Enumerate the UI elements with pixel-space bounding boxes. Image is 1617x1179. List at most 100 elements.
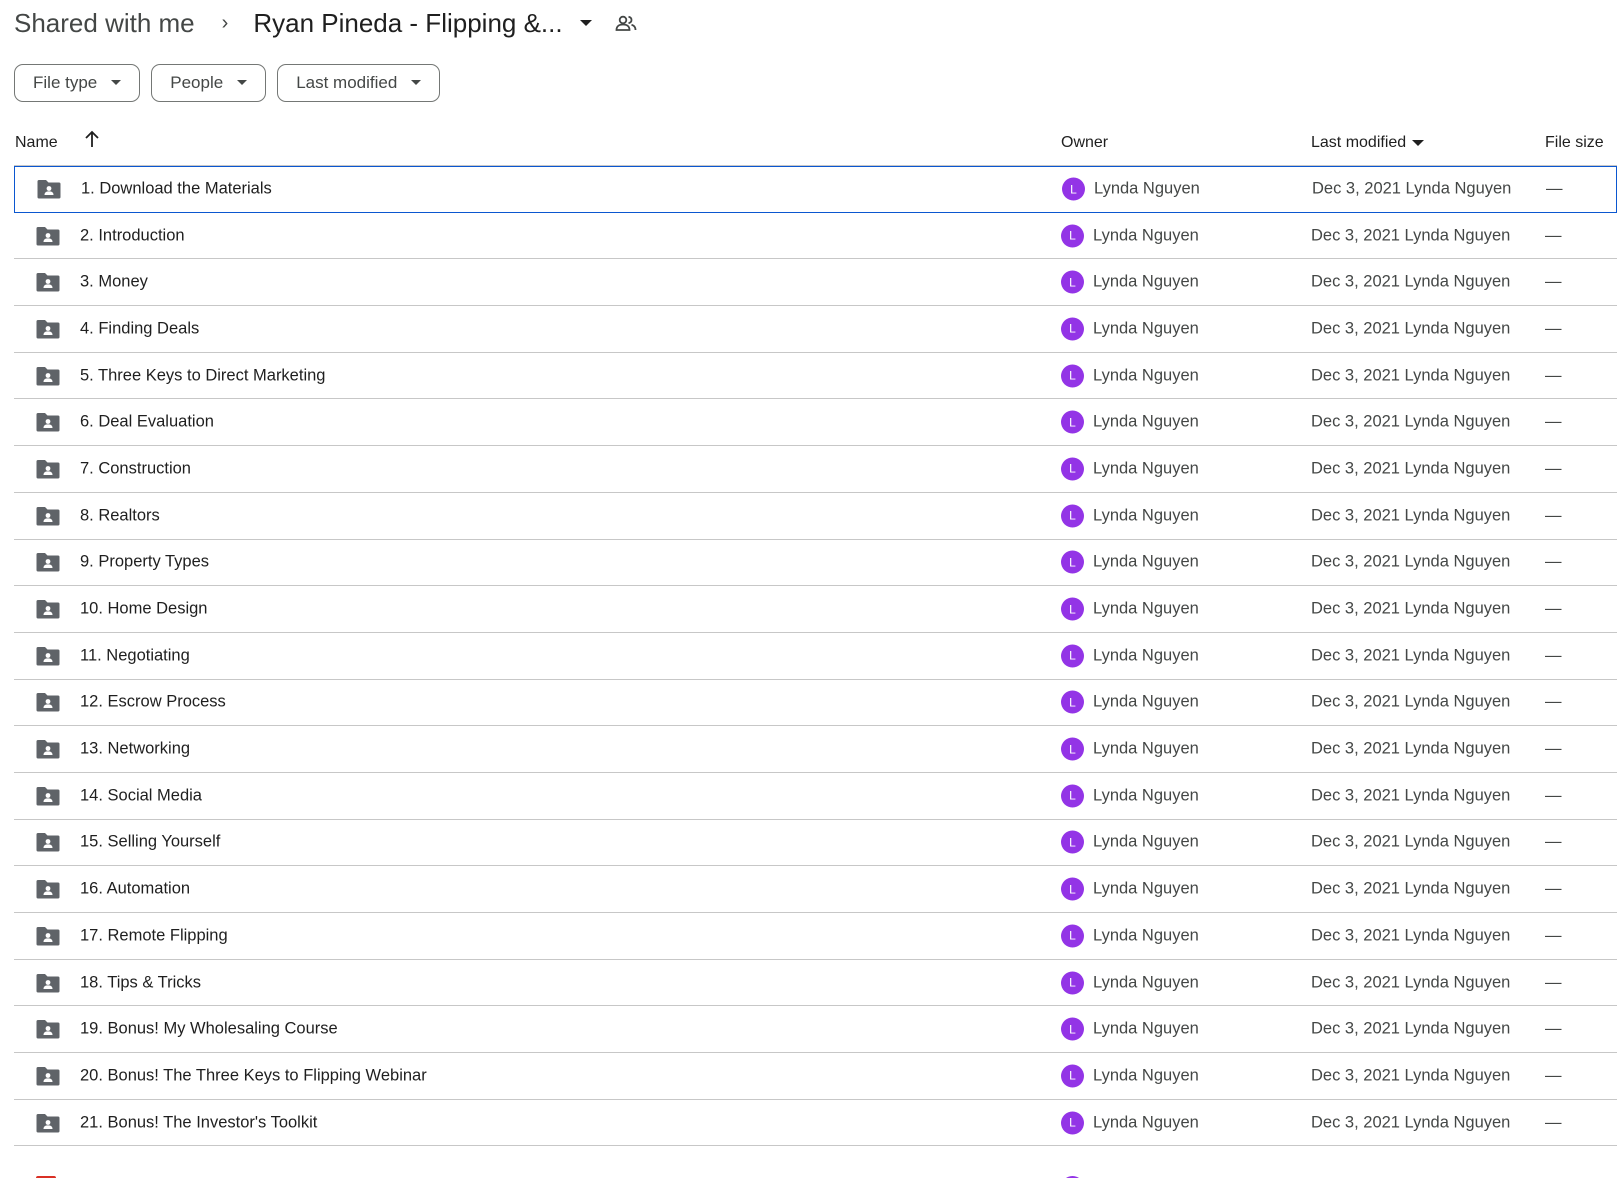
file-row[interactable]: #Screenshot.png•• LLynda Nguyen Dec 3, 202… — [14, 1146, 1617, 1179]
last-modified-column-header[interactable]: Last modified — [1311, 134, 1425, 152]
file-row[interactable]: 13. Networking L Lynda Nguyen Dec 3, 2021 L… — [14, 726, 1617, 773]
owner-avatar[interactable]: L — [1061, 690, 1084, 714]
owner-avatar[interactable]: L — [1061, 877, 1084, 901]
owner-avatar[interactable]: L — [1061, 830, 1084, 854]
last-modified-value: Dec 3, 2021 Lynda Nguyen — [1311, 739, 1511, 758]
file-row[interactable]: 4. Finding Deals L Lynda Nguyen Dec 3, 2021… — [14, 306, 1617, 353]
owner-avatar[interactable]: L — [1061, 410, 1084, 434]
last-modified-value: Dec 3, 2021 Lynda Nguyen — [1311, 926, 1511, 945]
file-size-value: — — [1545, 1019, 1562, 1038]
file-row[interactable]: 7. Construction L Lynda Nguyen Dec 3, 2021 … — [14, 446, 1617, 493]
file-row[interactable]: 12. Escrow Process L Lynda Nguyen Dec 3, 20… — [14, 680, 1617, 727]
file-size-value: — — [1545, 319, 1562, 338]
last-modified-value: Dec 3, 2021 Lynda Nguyen — [1311, 646, 1511, 665]
file-list: 1. Download the Materials L Lynda Nguyen De… — [14, 166, 1617, 1179]
shared-folder-icon — [36, 599, 60, 619]
breadcrumb-chevron-icon: › — [221, 11, 229, 34]
owner-avatar[interactable]: L — [1061, 1111, 1084, 1135]
shared-folder-icon — [36, 879, 60, 899]
shared-folder-icon — [36, 1113, 60, 1133]
sort-caret-down-icon — [1412, 140, 1425, 146]
owner-name: Lynda Nguyen — [1093, 832, 1199, 851]
file-size-column-header[interactable]: File size — [1545, 134, 1604, 152]
file-row[interactable]: 8. Realtors L Lynda Nguyen Dec 3, 2021 Lynd… — [14, 493, 1617, 540]
owner-name: Lynda Nguyen — [1093, 552, 1199, 571]
file-type-filter-chip[interactable]: File type — [14, 64, 141, 102]
shared-folder-icon — [36, 552, 60, 572]
file-row[interactable]: 10. Home Design L Lynda Nguyen Dec 3, 2021 … — [14, 586, 1617, 633]
file-row[interactable]: 17. Remote Flipping L Lynda Nguyen Dec 3, 2… — [14, 913, 1617, 960]
file-size-value: — — [1545, 552, 1562, 571]
file-row[interactable]: 18. Tips & Tricks L Lynda Nguyen Dec 3, 202… — [14, 960, 1617, 1007]
folder-menu-caret-icon[interactable] — [579, 18, 593, 28]
last-modified-value: Dec 3, 2021 Lynda Nguyen — [1311, 1019, 1511, 1038]
file-row[interactable]: 21. Bonus! The Investor's Toolkit L Lynda … — [14, 1100, 1617, 1147]
file-name: 12. Escrow Process — [80, 692, 226, 711]
last-modified-value: Dec 3, 2021 Lynda Nguyen — [1311, 832, 1511, 851]
people-filter-label: People — [170, 73, 224, 92]
shared-folder-icon — [36, 412, 60, 432]
owner-avatar[interactable]: L — [1061, 1064, 1084, 1088]
name-column-header[interactable]: Name — [15, 134, 58, 152]
file-name: #Screenshot.png•• — [80, 1176, 227, 1178]
owner-name: Lynda Nguyen — [1093, 739, 1199, 758]
owner-avatar[interactable]: L — [1061, 971, 1084, 995]
owner-avatar[interactable]: L — [1061, 550, 1084, 574]
owner-avatar[interactable]: L — [1061, 644, 1084, 668]
owner-avatar[interactable]: L — [1062, 177, 1085, 201]
file-row[interactable]: 16. Automation L Lynda Nguyen Dec 3, 2021 L… — [14, 866, 1617, 913]
file-size-value: — — [1545, 879, 1562, 898]
owner-avatar[interactable]: L — [1061, 317, 1084, 341]
owner-avatar[interactable]: L — [1061, 1017, 1084, 1041]
file-size-value: — — [1545, 739, 1562, 758]
file-row[interactable]: 20. Bonus! The Three Keys to Flipping We… — [14, 1053, 1617, 1100]
file-name: 15. Selling Yourself — [80, 832, 221, 851]
owner-avatar[interactable]: L — [1061, 364, 1084, 388]
shared-people-icon[interactable] — [615, 14, 637, 32]
file-row[interactable]: 3. Money L Lynda Nguyen Dec 3, 2021 Lynda N… — [14, 259, 1617, 307]
file-row[interactable]: 15. Selling Yourself L Lynda Nguyen Dec 3, … — [14, 820, 1617, 867]
people-filter-chip[interactable]: People — [151, 64, 267, 102]
file-row[interactable]: 11. Negotiating L Lynda Nguyen Dec 3, 2021 … — [14, 633, 1617, 680]
owner-cell: L Lynda Nguyen — [1061, 1017, 1199, 1041]
file-row[interactable]: 2. Introduction L Lynda Nguyen Dec 3, 2021 … — [14, 213, 1617, 260]
owner-cell: L Lynda Nguyen — [1061, 317, 1199, 341]
shared-folder-icon — [36, 506, 60, 526]
breadcrumb-root-link[interactable]: Shared with me — [14, 8, 195, 39]
owner-name: Lynda Nguyen — [1093, 646, 1199, 665]
owner-avatar[interactable]: L — [1061, 270, 1084, 294]
file-name: 14. Social Media — [80, 786, 202, 805]
owner-cell: L Lynda Nguyen — [1061, 690, 1199, 714]
shared-folder-icon — [36, 786, 60, 806]
owner-name: Lynda Nguyen — [1093, 366, 1199, 385]
file-size-value: — — [1545, 366, 1562, 385]
last-modified-filter-chip[interactable]: Last modified — [277, 64, 441, 102]
owner-avatar[interactable]: L — [1061, 1176, 1084, 1179]
file-size-value: — — [1545, 599, 1562, 618]
owner-avatar[interactable]: L — [1061, 457, 1084, 481]
owner-avatar[interactable]: L — [1061, 224, 1084, 248]
shared-folder-icon — [36, 692, 60, 712]
owner-cell: L Lynda Nguyen — [1061, 504, 1199, 528]
file-row[interactable]: 1. Download the Materials L Lynda Nguyen De… — [14, 166, 1617, 213]
last-modified-value: Dec 3, 2021 Lynda Nguyen — [1311, 599, 1511, 618]
breadcrumb-current-folder[interactable]: Ryan Pineda - Flipping &... — [253, 8, 562, 39]
owner-avatar[interactable]: L — [1061, 504, 1084, 528]
file-size-value: — — [1545, 926, 1562, 945]
owner-avatar[interactable]: L — [1061, 597, 1084, 621]
owner-avatar[interactable]: L — [1061, 924, 1084, 948]
file-name: 21. Bonus! The Investor's Toolkit — [80, 1113, 318, 1132]
file-row[interactable]: 9. Property Types L Lynda Nguyen Dec 3, 202… — [14, 540, 1617, 587]
sort-ascending-arrow-icon[interactable] — [84, 130, 100, 148]
owner-cell: L Lynda Nguyen — [1061, 270, 1199, 294]
file-row[interactable]: 5. Three Keys to Direct Marketing L Lynda … — [14, 353, 1617, 400]
owner-column-header[interactable]: Owner — [1061, 134, 1108, 152]
file-row[interactable]: 19. Bonus! My Wholesaling Course L Lynda N… — [14, 1006, 1617, 1054]
owner-avatar[interactable]: L — [1061, 737, 1084, 761]
file-row[interactable]: 14. Social Media L Lynda Nguyen Dec 3, 2021… — [14, 773, 1617, 820]
owner-avatar[interactable]: L — [1061, 784, 1084, 808]
last-modified-value: Dec 3, 2021 Lynda Nguyen — [1311, 366, 1511, 385]
shared-folder-icon — [36, 646, 60, 666]
owner-cell: L Lynda Nguyen — [1061, 1064, 1199, 1088]
file-row[interactable]: 6. Deal Evaluation L Lynda Nguyen Dec 3, 20… — [14, 399, 1617, 447]
